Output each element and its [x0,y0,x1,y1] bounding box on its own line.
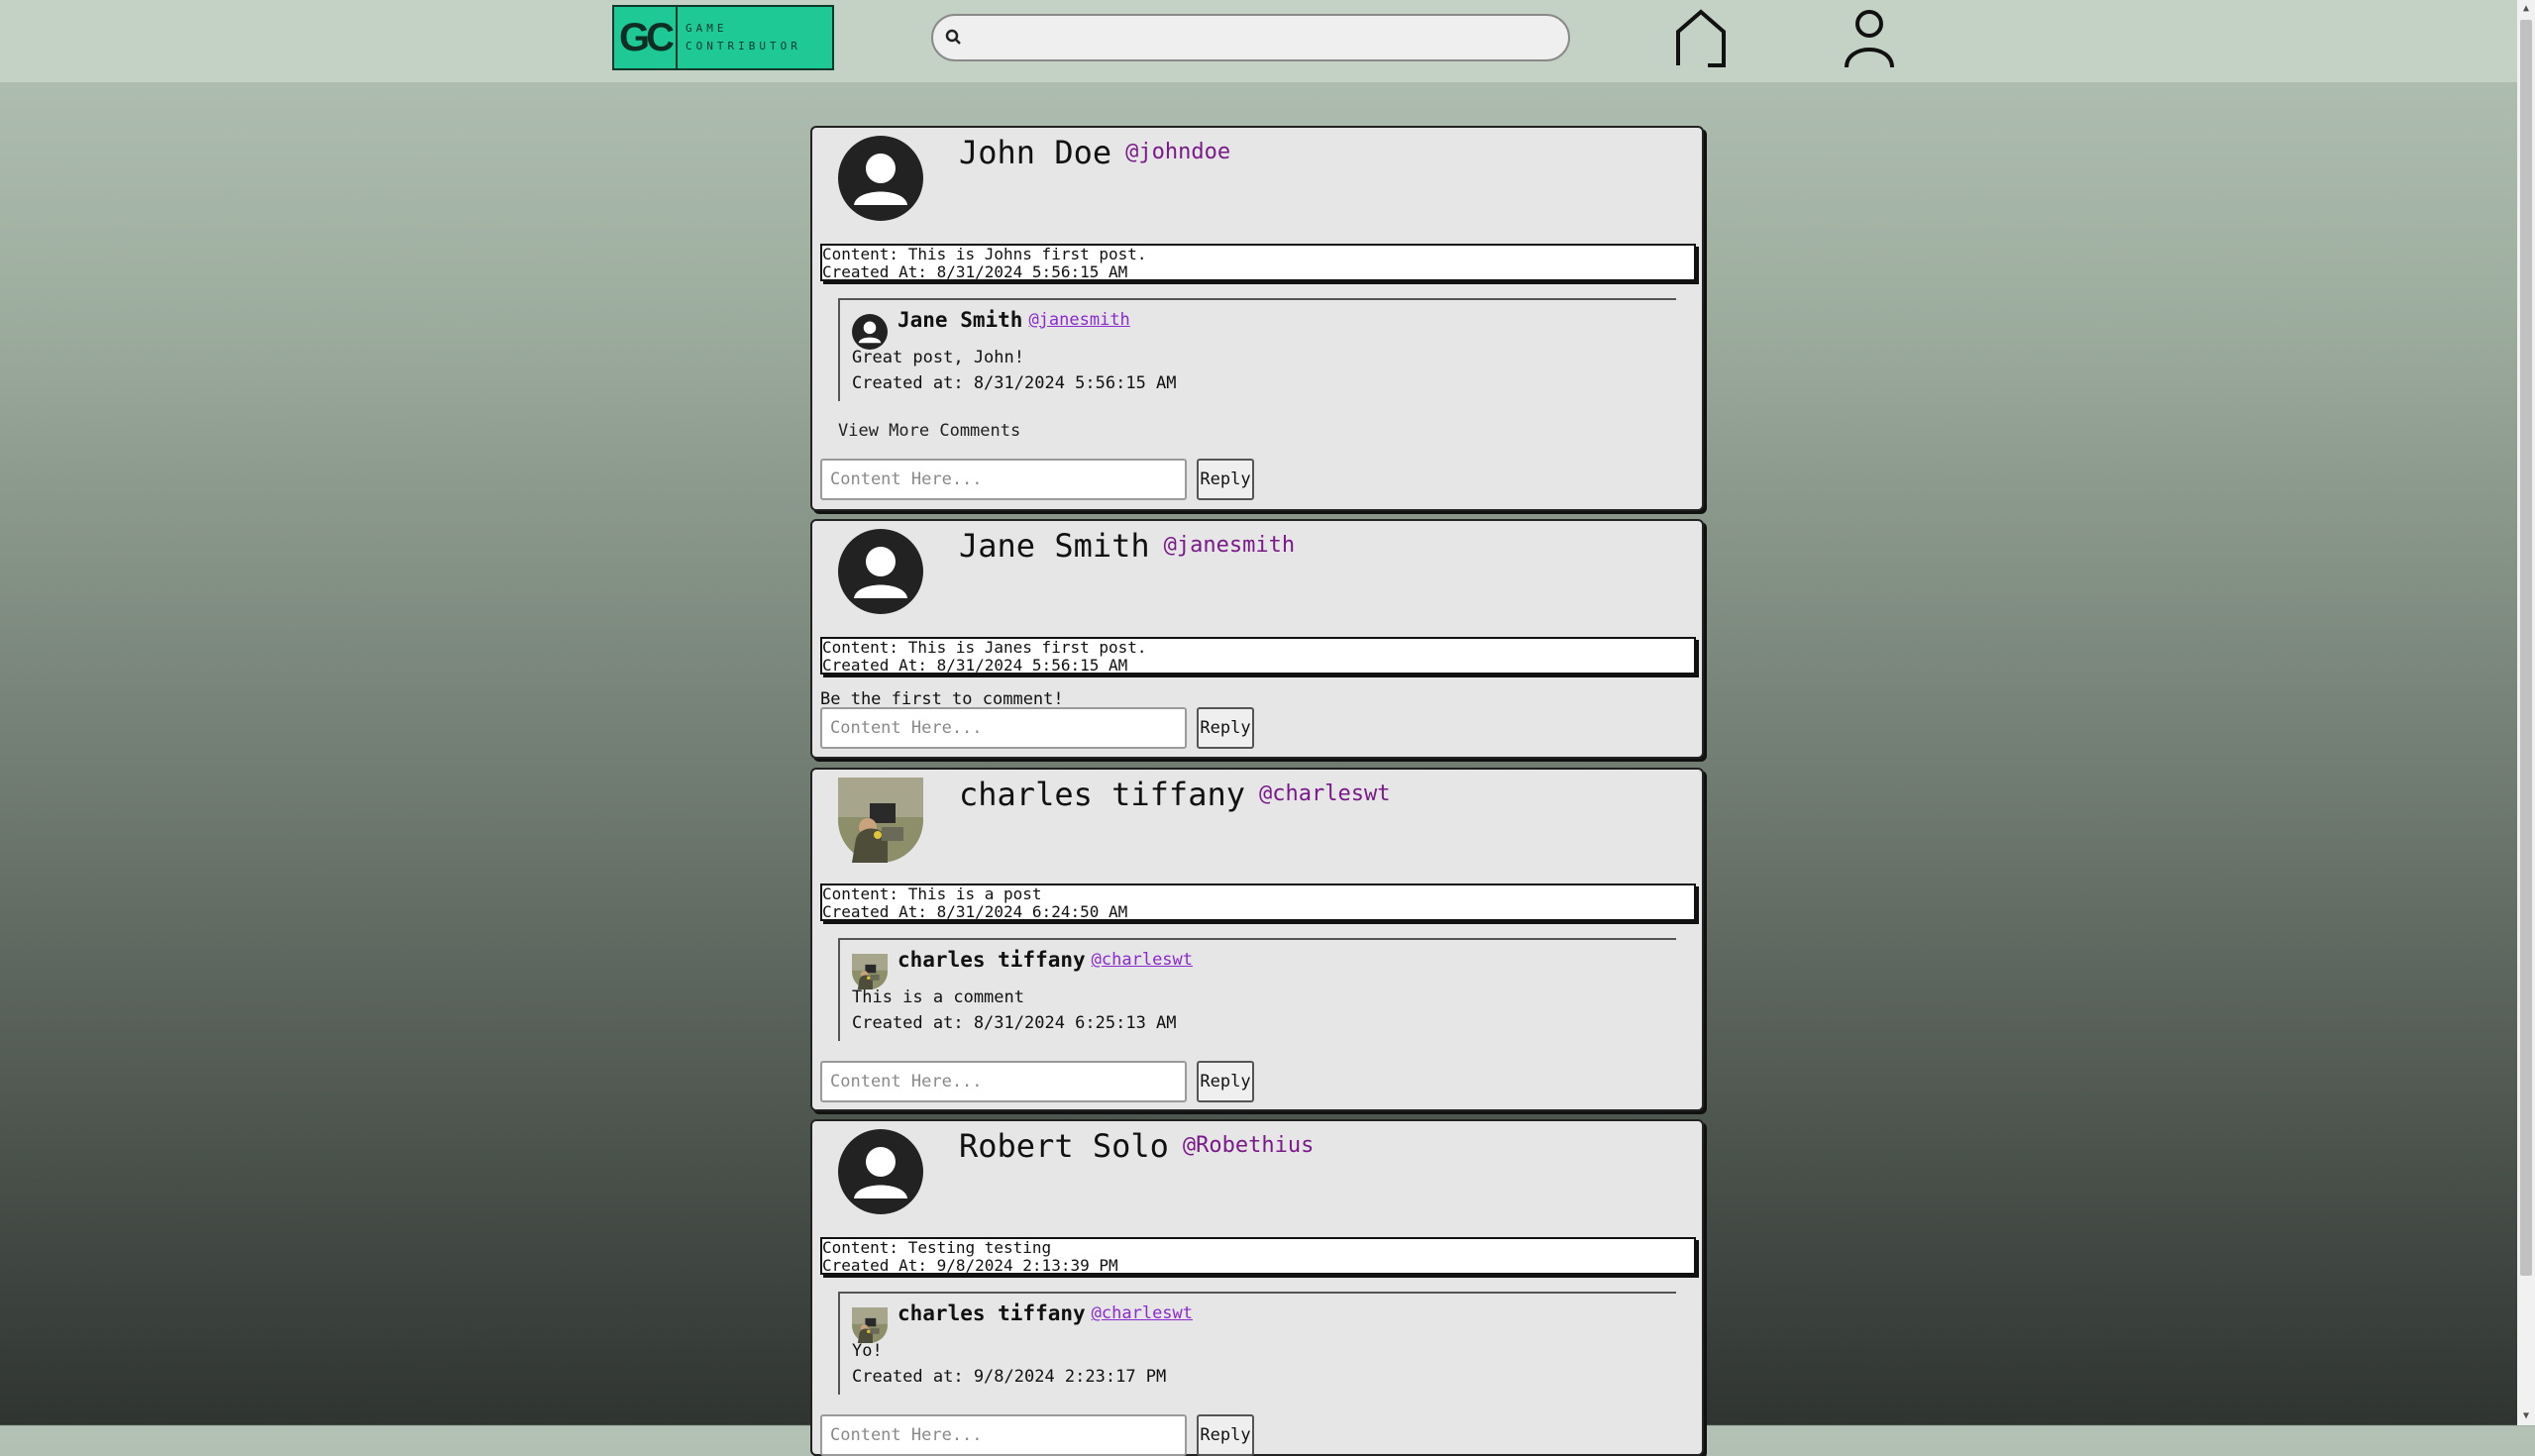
comment-text: Great post, John! [852,348,1024,367]
comment-author: charles tiffany @charleswt [898,1301,1193,1325]
post-card: Jane Smith @janesmith Content: This is Ja… [810,519,1704,759]
scroll-up-arrow-icon[interactable]: ▲ [2517,0,2535,18]
reply-input[interactable] [820,459,1187,500]
default-avatar-icon[interactable] [852,314,888,350]
comment-created-at: Created at: 9/8/2024 2:23:17 PM [852,1367,1167,1387]
comment-author-name: charles tiffany [898,1301,1086,1325]
comment-author-handle[interactable]: @janesmith [1028,310,1129,330]
comment-created-at: Created at: 8/31/2024 6:25:13 AM [852,1013,1177,1033]
post-author-handle[interactable]: @Robethius [1183,1133,1314,1158]
default-avatar-icon[interactable] [838,529,923,614]
default-avatar-icon[interactable] [838,1129,923,1214]
post-author-handle[interactable]: @charleswt [1259,781,1390,806]
top-nav-bar: GC GAME CONTRIBUTOR [0,0,2517,82]
post-author-name: Robert Solo [959,1127,1169,1165]
reply-button[interactable]: Reply [1197,459,1254,500]
search-bar [931,14,1570,61]
post-content-box: Content: Testing testing Created At: 9/8… [820,1237,1696,1275]
view-more-comments-link[interactable]: View More Comments [838,421,1020,441]
post-content: Content: This is a post [822,884,1042,903]
photo-avatar-icon[interactable] [838,778,923,863]
post-created-at: Created At: 9/8/2024 2:13:39 PM [822,1256,1118,1275]
post-content: Content: This is Johns first post. [822,245,1147,263]
logo-line-1: GAME [686,22,728,35]
profile-icon[interactable] [1843,8,1896,69]
game-contributor-logo[interactable]: GC GAME CONTRIBUTOR [612,5,834,70]
logo-mark: GC [614,7,678,68]
comment-author-name: Jane Smith [898,308,1023,332]
post-author: charles tiffany @charleswt [959,776,1390,813]
post-content-box: Content: This is a post Created At: 8/31… [820,884,1696,921]
comment-author: Jane Smith @janesmith [898,308,1130,332]
comment-author-name: charles tiffany [898,948,1086,972]
comment-author-handle[interactable]: @charleswt [1092,1303,1193,1323]
logo-wordmark: GAME CONTRIBUTOR [678,20,801,55]
scroll-down-arrow-icon[interactable]: ▼ [2517,1407,2535,1425]
reply-input[interactable] [820,1061,1187,1102]
post-author-name: John Doe [959,134,1112,171]
post-content-box: Content: This is Janes first post. Creat… [820,637,1696,675]
post-content-box: Content: This is Johns first post. Creat… [820,244,1696,281]
comment-item: Jane Smith @janesmith Great post, John! C… [838,298,1676,401]
home-icon[interactable] [1674,8,1728,67]
post-content: Content: Testing testing [822,1238,1052,1257]
post-author: John Doe @johndoe [959,134,1230,171]
post-created-at: Created At: 8/31/2024 5:56:15 AM [822,262,1128,281]
reply-button[interactable]: Reply [1197,707,1254,749]
post-author: Jane Smith @janesmith [959,527,1295,565]
reply-button[interactable]: Reply [1197,1061,1254,1102]
scroll-thumb[interactable] [2520,20,2532,1276]
comment-author-handle[interactable]: @charleswt [1092,950,1193,970]
logo-line-2: CONTRIBUTOR [686,40,801,52]
post-author-handle[interactable]: @johndoe [1125,140,1230,164]
photo-avatar-icon[interactable] [852,954,888,989]
post-created-at: Created At: 8/31/2024 5:56:15 AM [822,656,1128,675]
default-avatar-icon[interactable] [838,136,923,221]
post-author-handle[interactable]: @janesmith [1164,533,1295,558]
reply-input[interactable] [820,1414,1187,1456]
comment-text: This is a comment [852,988,1024,1007]
post-card: John Doe @johndoe Content: This is Johns … [810,126,1704,511]
search-icon [945,29,961,45]
comment-item: charles tiffany @charleswt This is a comm… [838,938,1676,1041]
comment-author: charles tiffany @charleswt [898,948,1193,972]
post-card: Robert Solo @Robethius Content: Testing t… [810,1119,1704,1456]
post-created-at: Created At: 8/31/2024 6:24:50 AM [822,902,1128,921]
search-input[interactable] [973,22,1561,55]
post-card: charles tiffany @charleswt Content: This … [810,768,1704,1111]
page-scrollbar[interactable]: ▲ ▼ [2517,0,2535,1425]
post-content: Content: This is Janes first post. [822,638,1147,657]
comment-item: charles tiffany @charleswt Yo! Created at… [838,1292,1676,1395]
post-author-name: charles tiffany [959,776,1245,813]
photo-avatar-icon[interactable] [852,1307,888,1343]
post-author-name: Jane Smith [959,527,1150,565]
comment-text: Yo! [852,1341,883,1361]
post-author: Robert Solo @Robethius [959,1127,1314,1165]
no-comments-message: Be the first to comment! [820,689,1064,709]
reply-input[interactable] [820,707,1187,749]
reply-button[interactable]: Reply [1197,1414,1254,1456]
comment-created-at: Created at: 8/31/2024 5:56:15 AM [852,373,1177,393]
